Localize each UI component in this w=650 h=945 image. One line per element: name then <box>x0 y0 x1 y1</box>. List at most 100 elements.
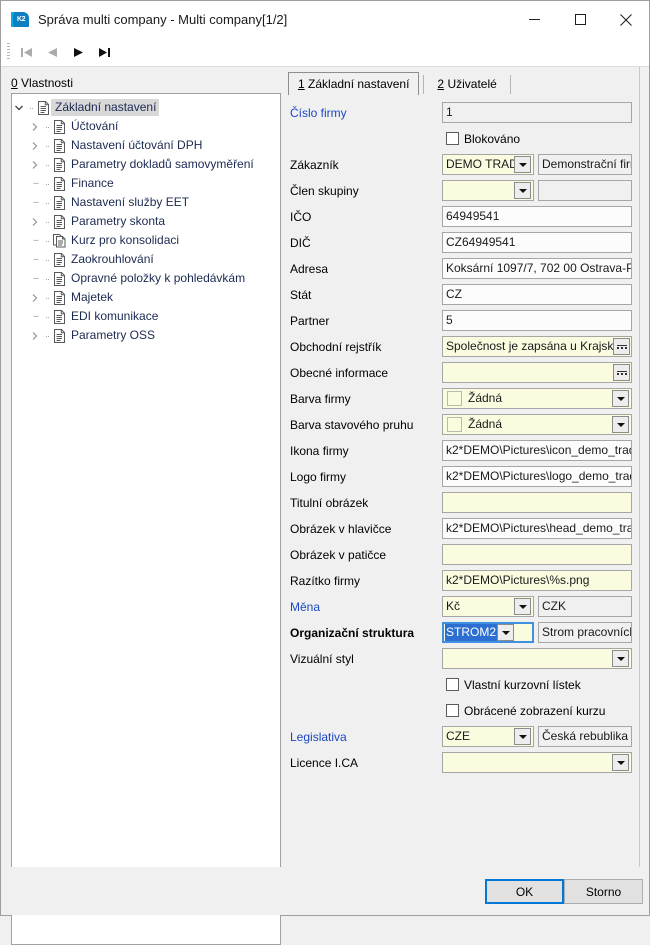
control-wrap: Žádná <box>442 388 632 409</box>
tree-connector: ·· <box>45 216 50 227</box>
chevron-right-icon[interactable] <box>28 212 42 231</box>
properties-header-mnemonic: 0 <box>11 76 18 90</box>
combo-clen-skupiny[interactable] <box>442 180 534 201</box>
tree-item-parametry-oss[interactable]: ·· Parametry OSS <box>12 326 280 345</box>
close-icon[interactable] <box>603 1 649 38</box>
checkbox-vlastni-kurzovni-listek[interactable] <box>446 678 459 691</box>
tree-item-finance[interactable]: ···· ·· Finance <box>12 174 280 193</box>
first-record-icon[interactable] <box>13 40 39 64</box>
maximize-icon[interactable] <box>557 1 603 38</box>
control-wrap <box>442 752 632 773</box>
chevron-right-icon[interactable] <box>28 155 42 174</box>
tree-item-parametry-doklad-samovym-en[interactable]: ·· Parametry dokladů samovyměření <box>12 155 280 174</box>
toolbar-grip[interactable] <box>7 43 10 61</box>
tree-item-tov-n[interactable]: ·· Účtování <box>12 117 280 136</box>
combo-mena[interactable]: Kč <box>442 596 534 617</box>
tree-item-opravn-polo-ky-k-pohled-vk-m[interactable]: ···· ·· Opravné položky k pohledávkám <box>12 269 280 288</box>
control-wrap: Společnost je zapsána u Krajskéh <box>442 336 632 357</box>
combo-value: Žádná <box>468 391 503 405</box>
chevron-down-icon[interactable] <box>612 754 629 771</box>
form-row-vizualni-styl: Vizuální styl <box>286 647 649 670</box>
tree-item-label: Základní nastavení <box>51 99 160 116</box>
label-obrazek-v-hlavicce: Obrázek v hlavičce <box>290 521 392 536</box>
control-wrap: CZ64949541 <box>442 232 632 253</box>
checkbox-blokovano[interactable] <box>446 132 459 145</box>
input-obecne-informace[interactable] <box>442 362 632 383</box>
chevron-right-icon[interactable] <box>28 117 42 136</box>
chevron-down-icon[interactable] <box>12 98 26 117</box>
input-ico[interactable]: 64949541 <box>442 206 632 227</box>
next-record-icon[interactable] <box>65 40 91 64</box>
chevron-down-icon[interactable] <box>514 598 531 615</box>
tree-item-parametry-skonta[interactable]: ·· Parametry skonta <box>12 212 280 231</box>
document-icon <box>52 155 67 174</box>
form-row-cislo-firmy: Číslo firmy 1 <box>286 101 649 124</box>
properties-tree[interactable]: ·· Základní nastavení ·· Účtování ·· Nastaven… <box>11 93 281 945</box>
input-partner[interactable]: 5 <box>442 310 632 331</box>
input-adresa[interactable]: Koksární 1097/7, 702 00 Ostrava-Přív <box>442 258 632 279</box>
chevron-down-icon[interactable] <box>612 416 629 433</box>
last-record-icon[interactable] <box>91 40 117 64</box>
label-titulni-obrazek: Titulní obrázek <box>290 495 369 510</box>
checkbox-obracene-zobrazeni-kurzu[interactable] <box>446 704 459 717</box>
combo-zakaznik[interactable]: DEMO TRADE <box>442 154 534 175</box>
chevron-down-icon[interactable] <box>612 650 629 667</box>
combo-licence-ica[interactable] <box>442 752 632 773</box>
form-row-barva-stavoveho-pruhu: Barva stavového pruhu Žádná <box>286 413 649 436</box>
control-wrap: Koksární 1097/7, 702 00 Ostrava-Přív <box>442 258 632 279</box>
chevron-down-icon[interactable] <box>514 728 531 745</box>
tree-item-majetek[interactable]: ·· Majetek <box>12 288 280 307</box>
form-row-licence-ica: Licence I.CA <box>286 751 649 774</box>
tree-item-z-kladn-nastaven[interactable]: ·· Základní nastavení <box>12 98 280 117</box>
input-logo-firmy[interactable]: k2*DEMO\Pictures\logo_demo_trade.p <box>442 466 632 487</box>
combo-legislativa[interactable]: CZE <box>442 726 534 747</box>
description-legislativa: Česká rebublika <box>538 726 632 747</box>
input-obrazek-v-paticce[interactable] <box>442 544 632 565</box>
tree-line: ···· <box>32 197 39 208</box>
combo-barva-stavoveho-pruhu[interactable]: Žádná <box>442 414 632 435</box>
input-ikona-firmy[interactable]: k2*DEMO\Pictures\icon_demo_trade.p <box>442 440 632 461</box>
tree-connector: ·· <box>45 178 50 189</box>
cancel-button[interactable]: Storno <box>564 879 643 904</box>
ok-button[interactable]: OK <box>485 879 564 904</box>
chevron-right-icon[interactable] <box>28 326 42 345</box>
input-titulni-obrazek[interactable] <box>442 492 632 513</box>
chevron-down-icon[interactable] <box>514 182 531 199</box>
tree-item-nastaven-slu-by-eet[interactable]: ···· ·· Nastavení služby EET <box>12 193 280 212</box>
form-row-stat: Stát CZ <box>286 283 649 306</box>
control-wrap: k2*DEMO\Pictures\head_demo_trade. <box>442 518 632 539</box>
chevron-right-icon[interactable] <box>28 136 42 155</box>
document-icon <box>52 269 67 288</box>
tree-item-zaokrouhlov-n[interactable]: ···· ·· Zaokrouhlování <box>12 250 280 269</box>
settings-pane: 1 Základní nastavení 2 Uživatelé Číslo fi… <box>285 67 649 867</box>
input-stat[interactable]: CZ <box>442 284 632 305</box>
browse-button-icon[interactable] <box>613 364 630 381</box>
description-zakaznik: Demonstrační firm <box>538 154 632 175</box>
checkbox-row-blokovano[interactable]: Blokováno <box>286 127 649 150</box>
tab-z-kladn-nastaven-[interactable]: 1 Základní nastavení <box>288 72 420 95</box>
combo-barva-firmy[interactable]: Žádná <box>442 388 632 409</box>
chevron-down-icon[interactable] <box>612 390 629 407</box>
tab-u-ivatel-[interactable]: 2 Uživatelé <box>428 74 506 95</box>
chevron-down-icon[interactable] <box>514 156 531 173</box>
input-obrazek-v-hlavicce[interactable]: k2*DEMO\Pictures\head_demo_trade. <box>442 518 632 539</box>
minimize-icon[interactable] <box>511 1 557 38</box>
tree-item-kurz-pro-konsolidaci[interactable]: ···· ·· Kurz pro konsolidaci <box>12 231 280 250</box>
document-icon <box>52 307 67 326</box>
combo-value: Kč <box>446 599 461 613</box>
title-bar: K2 Správa multi company - Multi company[… <box>1 1 649 38</box>
checkbox-row-obracene-zobrazeni-kurzu[interactable]: Obrácené zobrazení kurzu <box>286 699 649 722</box>
tree-item-edi-komunikace[interactable]: ···· ·· EDI komunikace <box>12 307 280 326</box>
chevron-down-icon[interactable] <box>497 624 515 641</box>
tree-item-nastaven-tov-n-dph[interactable]: ·· Nastavení účtování DPH <box>12 136 280 155</box>
combo-organizacni-struktura[interactable]: STROM2 <box>442 622 534 643</box>
previous-record-icon[interactable] <box>39 40 65 64</box>
input-razitko-firmy[interactable]: k2*DEMO\Pictures\%s.png <box>442 570 632 591</box>
chevron-right-icon[interactable] <box>28 288 42 307</box>
browse-button-icon[interactable] <box>613 338 630 355</box>
input-cislo-firmy[interactable]: 1 <box>442 102 632 123</box>
input-dic[interactable]: CZ64949541 <box>442 232 632 253</box>
input-obchodni-rejstrik[interactable]: Společnost je zapsána u Krajskéh <box>442 336 632 357</box>
combo-vizualni-styl[interactable] <box>442 648 632 669</box>
checkbox-row-vlastni-kurzovni-listek[interactable]: Vlastní kurzovní lístek <box>286 673 649 696</box>
